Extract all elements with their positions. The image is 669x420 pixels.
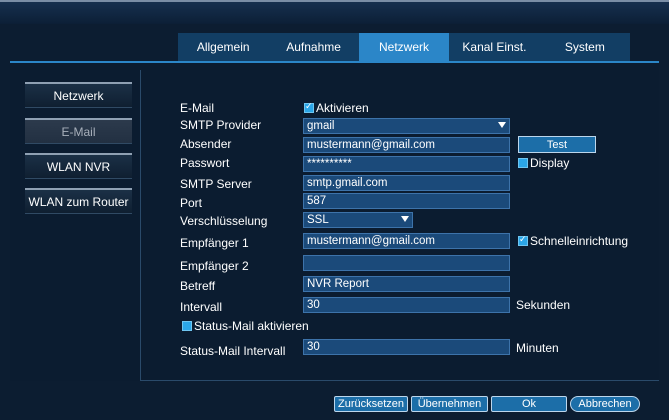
chevron-down-icon [401, 216, 409, 222]
smtp-server-input[interactable]: smtp.gmail.com [303, 175, 510, 191]
test-button[interactable]: Test [518, 136, 596, 153]
recipient2-input[interactable] [303, 255, 510, 271]
port-input[interactable]: 587 [303, 193, 510, 209]
status-interval-label: Status-Mail Intervall [180, 344, 286, 358]
sidebar-item-wlan-zum-router[interactable]: WLAN zum Router [25, 188, 132, 214]
top-bar [0, 0, 669, 24]
tab-kanal-einst[interactable]: Kanal Einst. [449, 33, 540, 61]
subject-label: Betreff [180, 279, 216, 293]
nvr-settings-screen: Allgemein Aufnahme Netzwerk Kanal Einst.… [0, 0, 669, 420]
sidebar-item-wlan-nvr[interactable]: WLAN NVR [25, 153, 132, 179]
password-input[interactable]: ********** [303, 156, 510, 172]
reset-button[interactable]: Zurücksetzen [334, 396, 408, 412]
interval-label: Intervall [180, 300, 223, 314]
interval-input[interactable]: 30 [303, 297, 510, 313]
port-label: Port [180, 196, 203, 210]
ok-button[interactable]: Ok [491, 396, 567, 412]
interval-unit: Sekunden [516, 298, 571, 312]
status-mail-label: Status-Mail aktivieren [194, 319, 309, 333]
sidebar-item-netzwerk[interactable]: Netzwerk [25, 82, 132, 108]
status-interval-unit: Minuten [516, 341, 559, 355]
tab-system[interactable]: System [539, 33, 631, 61]
activate-checkbox[interactable] [304, 101, 314, 113]
recipient1-input[interactable]: mustermann@gmail.com [303, 233, 510, 249]
smtp-provider-select[interactable]: gmail [303, 118, 510, 134]
footer-divider [140, 380, 659, 381]
tab-netzwerk[interactable]: Netzwerk [358, 33, 450, 61]
display-label: Display [530, 156, 570, 170]
smtp-server-label: SMTP Server [180, 177, 252, 191]
chevron-down-icon [498, 122, 506, 128]
quick-setup-checkbox[interactable] [518, 234, 528, 246]
sender-label: Absender [180, 137, 232, 151]
password-label: Passwort [180, 156, 230, 170]
email-label: E-Mail [180, 101, 215, 115]
encryption-label: Verschlüsselung [180, 214, 268, 228]
encryption-select[interactable]: SSL [303, 212, 413, 228]
subject-input[interactable]: NVR Report [303, 276, 510, 292]
smtp-provider-value: gmail [307, 120, 335, 132]
tab-bar: Allgemein Aufnahme Netzwerk Kanal Einst.… [178, 33, 631, 61]
sidebar-divider [140, 70, 141, 380]
cancel-button[interactable]: Abbrechen [570, 396, 640, 412]
apply-button[interactable]: Übernehmen [411, 396, 488, 412]
quick-setup-label: Schnelleinrichtung [530, 234, 629, 248]
tab-aufnahme[interactable]: Aufnahme [268, 33, 359, 61]
activate-label: Aktivieren [316, 101, 369, 115]
sender-input[interactable]: mustermann@gmail.com [303, 137, 510, 153]
recipient1-label: Empfänger 1 [180, 236, 249, 250]
tab-allgemein[interactable]: Allgemein [178, 33, 269, 61]
sidebar-item-email[interactable]: E-Mail [25, 118, 132, 144]
status-mail-checkbox[interactable] [182, 321, 192, 331]
display-checkbox[interactable] [518, 158, 528, 168]
smtp-provider-label: SMTP Provider [180, 118, 262, 132]
encryption-value: SSL [307, 214, 329, 226]
status-interval-input[interactable]: 30 [303, 339, 510, 355]
recipient2-label: Empfänger 2 [180, 259, 249, 273]
